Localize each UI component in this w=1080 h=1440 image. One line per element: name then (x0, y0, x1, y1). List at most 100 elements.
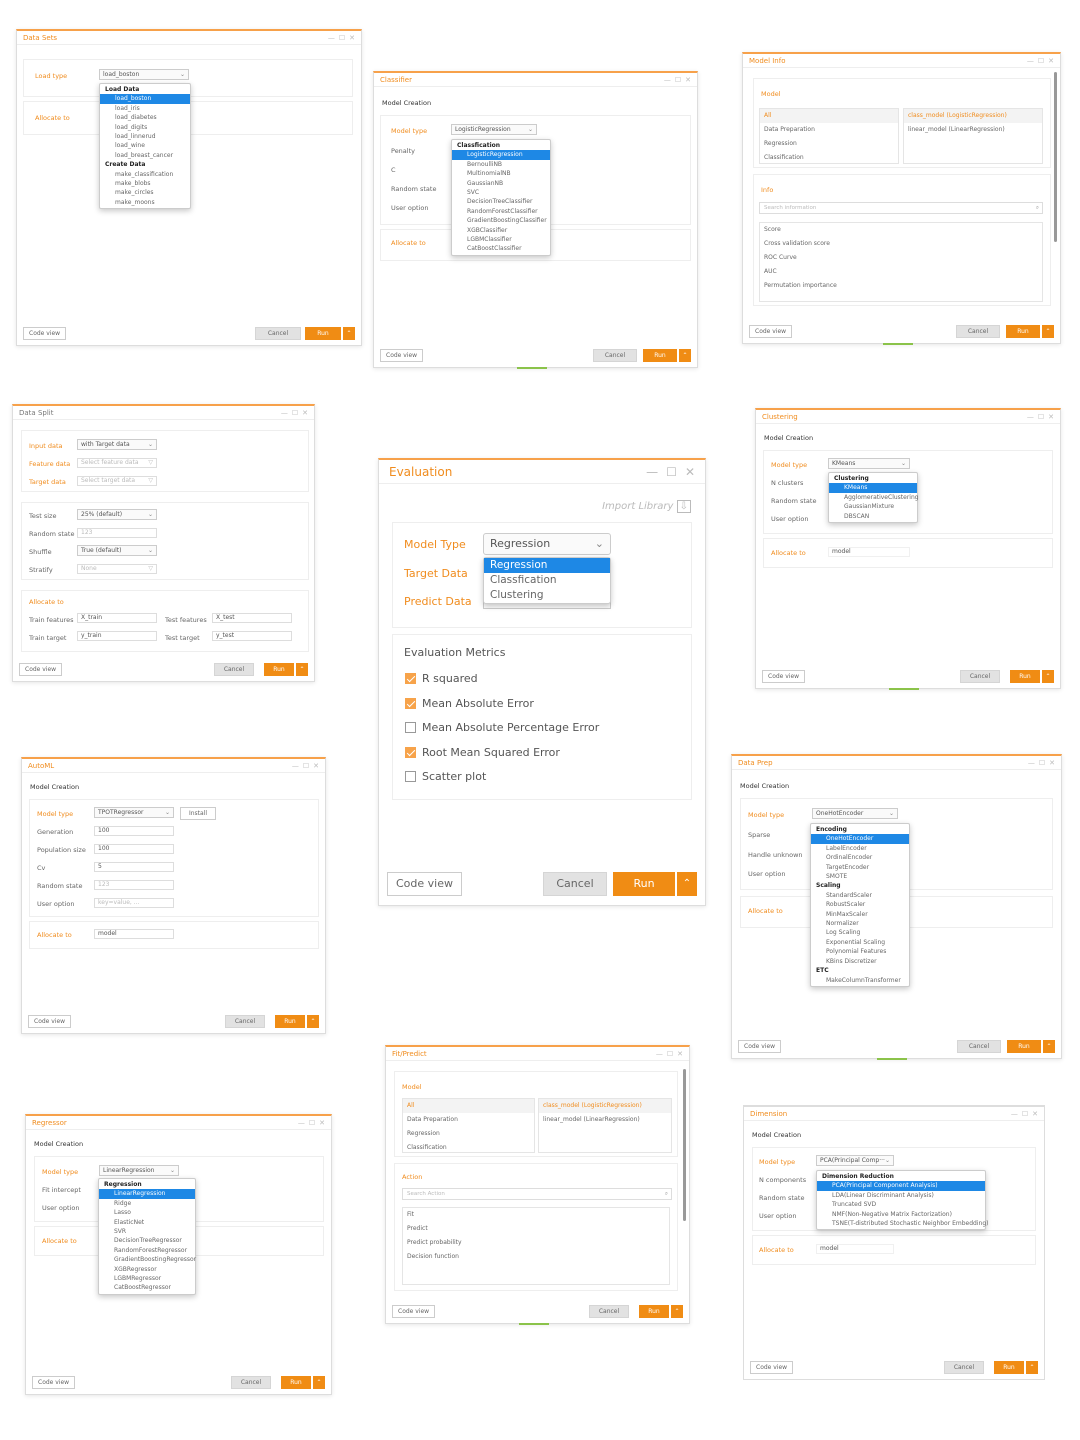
dropdown-option[interactable]: XGBClassifier (452, 226, 550, 235)
population-size-field[interactable]: 100 (94, 844, 174, 854)
cancel-button[interactable]: Cancel (956, 325, 1000, 338)
minimize-icon[interactable]: — (1011, 1110, 1018, 1118)
test-target-field[interactable]: y_test (212, 631, 292, 641)
dropdown-option[interactable]: AgglomerativeClustering (829, 493, 919, 502)
dropdown-option[interactable]: SMOTE (811, 872, 909, 881)
allocate-field[interactable]: model (94, 929, 174, 939)
close-icon[interactable]: ✕ (685, 76, 691, 84)
maximize-icon[interactable]: ☐ (667, 1050, 673, 1058)
dropdown-option[interactable]: load_iris (100, 104, 190, 113)
allocate-field[interactable]: model (828, 547, 910, 557)
cancel-button[interactable]: Cancel (944, 1361, 984, 1374)
model-type-select[interactable]: KMeans ⌄ (828, 458, 910, 469)
dropdown-option[interactable]: StandardScaler (811, 891, 909, 900)
dropdown-option[interactable]: LDA(Linear Discriminant Analysis) (817, 1191, 985, 1200)
run-button[interactable]: Run (305, 327, 341, 340)
random-state-field[interactable]: 123 (94, 880, 174, 890)
list-item[interactable]: Decision function (403, 1250, 669, 1264)
code-view-button[interactable]: Code view (23, 327, 67, 340)
checkbox[interactable] (405, 697, 416, 709)
maximize-icon[interactable]: ☐ (1038, 413, 1044, 421)
list-item[interactable]: Cross validation score (760, 237, 1042, 251)
minimize-icon[interactable]: — (328, 34, 335, 42)
code-view-button[interactable]: Code view (19, 663, 63, 676)
cancel-button[interactable]: Cancel (255, 327, 301, 340)
run-options-button[interactable]: ⌃ (1026, 1361, 1038, 1374)
code-view-button[interactable]: Code view (387, 872, 462, 896)
filter-icon[interactable]: ▽ (148, 565, 153, 573)
dropdown-option[interactable]: load_diabetes (100, 113, 190, 122)
run-button[interactable]: Run (1010, 670, 1040, 683)
run-options-button[interactable]: ⌃ (679, 349, 691, 362)
minimize-icon[interactable]: — (646, 465, 658, 479)
test-size-select[interactable]: 25% (default) ⌄ (77, 509, 157, 520)
close-icon[interactable]: ✕ (1048, 57, 1054, 65)
model-type-select[interactable]: PCA(Principal Comp··· ⌄ (816, 1155, 894, 1166)
metric-checkbox-row[interactable]: Mean Absolute Percentage Error (405, 721, 599, 734)
model-type-select[interactable]: TPOTRegressor ⌄ (94, 807, 174, 818)
list-item[interactable]: Classification (403, 1141, 534, 1155)
cancel-button[interactable]: Cancel (957, 1040, 1001, 1053)
model-type-select[interactable]: LinearRegression ⌄ (99, 1165, 179, 1176)
dropdown-option[interactable]: GradientBoostingRegressor (99, 1255, 196, 1264)
minimize-icon[interactable]: — (1028, 759, 1035, 767)
run-options-button[interactable]: ⌃ (671, 1305, 683, 1318)
run-options-button[interactable]: ⌃ (343, 327, 355, 340)
dropdown-option[interactable]: SVC (452, 188, 550, 197)
dropdown-option[interactable]: GaussianNB (452, 179, 550, 188)
run-button[interactable]: Run (639, 1305, 669, 1318)
maximize-icon[interactable]: ☐ (339, 34, 345, 42)
run-button[interactable]: Run (613, 872, 675, 896)
dropdown-option[interactable]: DBSCAN (829, 512, 917, 521)
code-view-button[interactable]: Code view (750, 1361, 794, 1374)
list-item[interactable]: Regression (760, 137, 898, 151)
search-icon[interactable]: ⌕ (665, 1189, 668, 1199)
dropdown-option[interactable]: OrdinalEncoder (811, 853, 909, 862)
shuffle-select[interactable]: True (default) ⌄ (77, 545, 157, 556)
dropdown-option[interactable]: make_moons (100, 198, 190, 207)
list-item[interactable]: Regression (403, 1127, 534, 1141)
code-view-button[interactable]: Code view (392, 1305, 436, 1318)
dropdown-option[interactable]: Truncated SVD (817, 1200, 985, 1209)
dropdown-option[interactable]: RobustScaler (811, 900, 909, 909)
cancel-button[interactable]: Cancel (960, 670, 1000, 683)
run-button[interactable]: Run (643, 349, 677, 362)
checkbox[interactable] (405, 746, 416, 758)
run-button[interactable]: Run (281, 1376, 311, 1389)
input-data-select[interactable]: with Target data ⌄ (77, 439, 157, 450)
list-item[interactable]: linear_model (LinearRegression) (904, 123, 1042, 137)
list-item[interactable]: Classification (760, 151, 898, 165)
list-item[interactable]: class_model (LogisticRegression) (904, 109, 1042, 123)
code-view-button[interactable]: Code view (749, 325, 793, 338)
scrollbar[interactable] (683, 1069, 686, 1221)
list-item[interactable]: Score (760, 223, 1042, 237)
maximize-icon[interactable]: ☐ (1039, 759, 1045, 767)
list-item[interactable]: All (403, 1099, 534, 1113)
dropdown-option[interactable]: Classfication (484, 573, 610, 588)
metric-checkbox-row[interactable]: Scatter plot (405, 770, 486, 783)
dropdown-option[interactable]: LGBMClassifier (452, 235, 550, 244)
close-icon[interactable]: ✕ (1048, 413, 1054, 421)
close-icon[interactable]: ✕ (677, 1050, 683, 1058)
run-button[interactable]: Run (994, 1361, 1024, 1374)
checkbox[interactable] (405, 722, 416, 733)
minimize-icon[interactable]: — (656, 1050, 663, 1058)
train-features-field[interactable]: X_train (77, 613, 157, 623)
minimize-icon[interactable]: — (1027, 413, 1034, 421)
dropdown-option[interactable]: Normalizer (811, 919, 909, 928)
dropdown-option[interactable]: BernoulliNB (452, 160, 550, 169)
run-button[interactable]: Run (1006, 325, 1040, 338)
cv-field[interactable]: 5 (94, 862, 174, 872)
dropdown-option[interactable]: GaussianMixture (829, 502, 917, 511)
load-type-select[interactable]: load_boston ⌄ (99, 69, 189, 80)
run-options-button[interactable]: ⌃ (677, 872, 697, 896)
maximize-icon[interactable]: ☐ (1038, 57, 1044, 65)
metric-checkbox-row[interactable]: Root Mean Squared Error (405, 746, 560, 759)
close-icon[interactable]: ✕ (349, 34, 355, 42)
dropdown-option[interactable]: RandomForestClassifier (452, 207, 550, 216)
code-view-button[interactable]: Code view (32, 1376, 76, 1389)
dropdown-option[interactable]: KMeans (829, 483, 917, 493)
dropdown-option[interactable]: ElasticNet (99, 1218, 195, 1227)
model-type-select[interactable]: OneHotEncoder ⌄ (812, 808, 898, 819)
train-target-field[interactable]: y_train (77, 631, 157, 641)
